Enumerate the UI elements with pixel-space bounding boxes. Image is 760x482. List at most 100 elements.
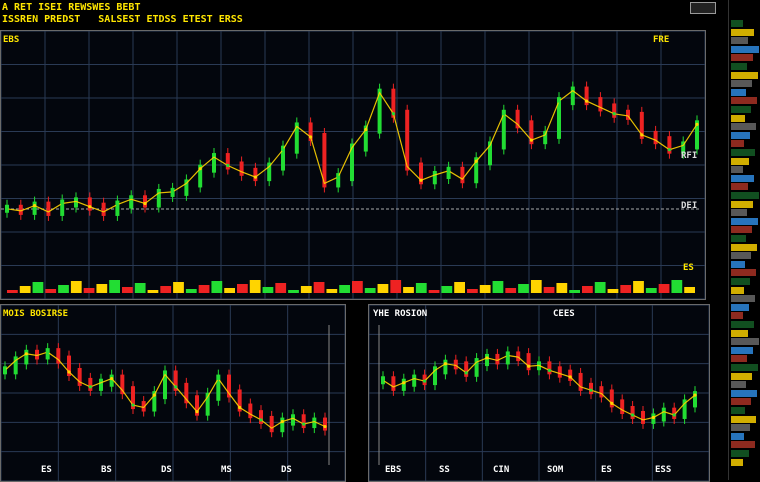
data-point [589, 388, 593, 392]
ticker-line-2-left: ISSREN PREDST [2, 14, 81, 25]
volume-bar [607, 289, 619, 293]
side-ticker-row[interactable] [731, 20, 743, 27]
main-scale-label-1: RFI [681, 151, 698, 161]
side-ticker-row[interactable] [731, 200, 753, 208]
side-ticker-row[interactable] [731, 97, 757, 105]
side-ticker-row[interactable] [731, 174, 754, 182]
volume-bar [19, 286, 31, 293]
volume-bar [492, 281, 504, 293]
side-ticker-row[interactable] [731, 364, 758, 371]
volume-bar [211, 281, 223, 293]
side-ticker-row[interactable] [731, 192, 759, 199]
side-ticker-row[interactable] [731, 441, 755, 449]
main-series-marks [5, 81, 699, 221]
volume-bar [454, 282, 465, 293]
window-control-button[interactable] [690, 2, 716, 14]
side-ticker-row[interactable] [731, 389, 757, 397]
side-ticker-row[interactable] [731, 372, 752, 380]
side-ticker-row[interactable] [731, 329, 748, 337]
data-point [60, 201, 64, 206]
main-chart-panel[interactable]: EBS FRE RFI DEI ES [0, 30, 706, 300]
side-ticker-row[interactable] [731, 157, 749, 165]
candle-body [453, 359, 458, 370]
side-ticker-row[interactable] [731, 183, 748, 191]
candle-body [87, 197, 92, 211]
side-ticker-row[interactable] [731, 37, 748, 45]
side-ticker-row[interactable] [731, 303, 749, 311]
candle-body [269, 415, 274, 433]
side-ticker-row[interactable] [731, 71, 758, 79]
volume-bar [620, 285, 632, 293]
side-ticker-row[interactable] [731, 432, 744, 440]
side-ticker-row[interactable] [731, 286, 744, 294]
data-point [309, 135, 313, 139]
candle-body [115, 200, 120, 216]
side-ticker-row[interactable] [731, 415, 756, 423]
candle-body [578, 372, 583, 391]
data-point [527, 364, 531, 368]
side-ticker-row[interactable] [731, 424, 750, 432]
side-ticker-row[interactable] [731, 312, 743, 320]
side-ticker-row[interactable] [731, 123, 756, 131]
candle-body [464, 361, 469, 377]
volume-bars [7, 280, 695, 293]
candle-body [641, 410, 645, 424]
side-ticker-strip[interactable] [728, 0, 760, 480]
volume-bar [339, 285, 350, 293]
side-ticker-row[interactable] [731, 295, 755, 303]
right-x-label: CIN [493, 465, 510, 475]
right-lower-chart-panel[interactable]: YHE ROSION CEES EBS SS CIN SOM ES ESS [368, 304, 710, 482]
side-ticker-row[interactable] [731, 260, 745, 268]
right-price-chart[interactable] [369, 305, 709, 481]
data-point [3, 368, 7, 372]
side-ticker-row[interactable] [731, 114, 745, 122]
candle-body [570, 86, 575, 106]
side-ticker-row[interactable] [731, 269, 756, 277]
data-point [110, 377, 114, 381]
side-ticker-row[interactable] [731, 80, 752, 88]
side-ticker-row[interactable] [731, 149, 755, 156]
side-ticker-row[interactable] [731, 209, 747, 217]
side-ticker-row[interactable] [731, 450, 749, 457]
data-point [568, 375, 572, 379]
side-ticker-row[interactable] [731, 381, 746, 389]
side-ticker-row[interactable] [731, 407, 745, 414]
volume-bar [467, 289, 478, 293]
main-chart-label-right: FRE [653, 35, 670, 45]
side-ticker-row[interactable] [731, 278, 750, 285]
side-ticker-row[interactable] [731, 28, 754, 36]
side-ticker-row[interactable] [731, 131, 750, 139]
data-point [174, 385, 178, 389]
side-ticker-row[interactable] [731, 140, 744, 148]
data-point [474, 159, 478, 163]
data-point [381, 378, 385, 382]
right-x-label: SOM [547, 465, 564, 475]
side-ticker-row[interactable] [731, 166, 743, 174]
candle-body [248, 403, 253, 419]
side-ticker-row[interactable] [731, 252, 751, 260]
side-ticker-row[interactable] [731, 88, 746, 96]
main-price-chart[interactable] [1, 31, 705, 299]
right-x-label: ESS [655, 465, 672, 475]
side-ticker-row[interactable] [731, 235, 746, 242]
side-ticker-row[interactable] [731, 355, 747, 363]
side-ticker-row[interactable] [731, 458, 743, 466]
side-ticker-row[interactable] [731, 243, 757, 251]
left-price-chart[interactable] [1, 305, 345, 481]
side-ticker-row[interactable] [731, 321, 754, 328]
side-ticker-row[interactable] [731, 45, 759, 53]
volume-bar [582, 286, 593, 293]
left-lower-chart-panel[interactable]: MOIS BOSIRSE ES BS DS MS DS [0, 304, 346, 482]
side-ticker-row[interactable] [731, 217, 758, 225]
side-ticker-row[interactable] [731, 338, 759, 346]
side-ticker-row[interactable] [731, 346, 753, 354]
side-ticker-row[interactable] [731, 54, 753, 62]
side-ticker-row[interactable] [731, 398, 751, 406]
side-ticker-row[interactable] [731, 106, 751, 113]
left-x-label: DS [161, 465, 172, 475]
side-ticker-row[interactable] [731, 63, 747, 70]
side-ticker-row[interactable] [731, 226, 752, 234]
ticker-line-2: ISSREN PREDST SALSEST ETDSS ETEST ERSS [2, 14, 243, 26]
candle-body [212, 153, 216, 173]
data-point [67, 370, 71, 374]
